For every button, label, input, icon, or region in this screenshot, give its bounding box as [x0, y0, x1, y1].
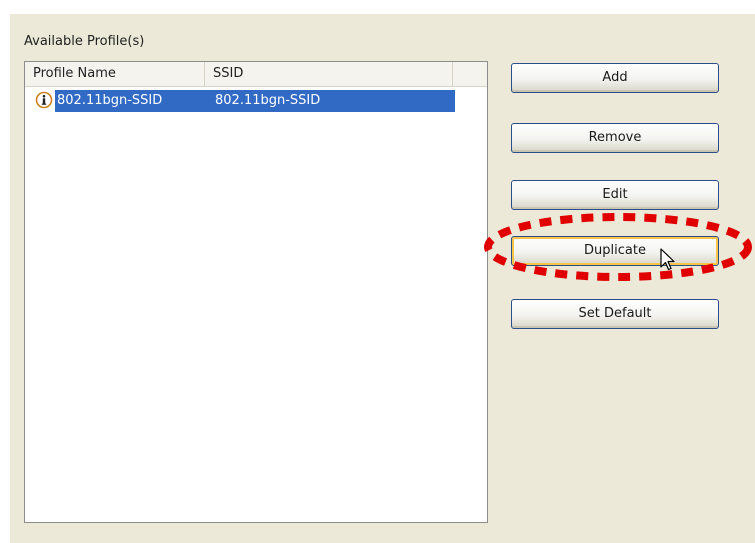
duplicate-button[interactable]: Duplicate	[511, 236, 719, 266]
info-icon	[35, 91, 53, 109]
ssid-cell: 802.11bgn-SSID	[215, 93, 321, 108]
add-button[interactable]: Add	[511, 63, 719, 93]
profile-row[interactable]: 802.11bgn-SSID 802.11bgn-SSID	[27, 90, 455, 112]
profile-name-cell: 802.11bgn-SSID	[57, 93, 163, 108]
available-profiles-label: Available Profile(s)	[24, 34, 145, 49]
profile-list[interactable]: Profile Name SSID 802.11bgn-SSID 802.11b…	[24, 61, 488, 523]
column-ssid[interactable]: SSID	[205, 62, 453, 86]
edit-button[interactable]: Edit	[511, 180, 719, 210]
list-header: Profile Name SSID	[25, 62, 487, 87]
column-profile-name[interactable]: Profile Name	[25, 62, 205, 86]
column-empty[interactable]	[453, 62, 487, 86]
set-default-button[interactable]: Set Default	[511, 299, 719, 329]
remove-button[interactable]: Remove	[511, 123, 719, 153]
